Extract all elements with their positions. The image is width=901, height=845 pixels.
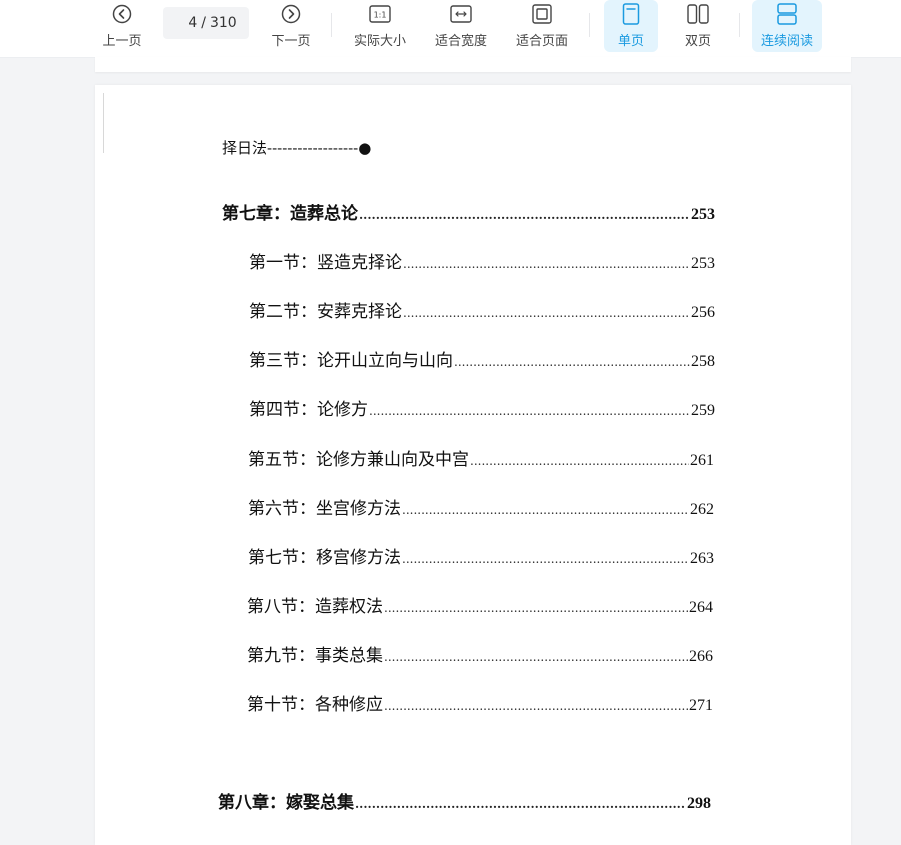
chapter-page-number: 298 (687, 795, 711, 812)
toc-section-entry[interactable]: 第六节：坐宫修方法 262 (248, 494, 714, 519)
continuous-read-label: 连续阅读 (760, 34, 813, 49)
continuous-icon (776, 3, 798, 25)
section-title: 第十节：各种修应 (247, 695, 383, 715)
fit-page-label: 适合页面 (515, 34, 568, 49)
next-page-label: 下一页 (271, 34, 311, 49)
leader-dots (403, 257, 690, 271)
actual-size-label: 实际大小 (353, 34, 406, 49)
toc-section-entry[interactable]: 第八节：造葬权法 264 (247, 592, 713, 617)
current-page-input[interactable] (175, 15, 198, 31)
single-page-button[interactable]: 单页 (604, 0, 658, 52)
section-title: 第六节：坐宫修方法 (248, 499, 401, 519)
single-page-icon (620, 3, 642, 25)
actual-size-icon-text: 1:1 (374, 11, 387, 20)
section-page-number: 256 (691, 304, 715, 321)
chevron-left-circle-icon (111, 3, 133, 25)
section-page-number: 261 (690, 452, 714, 469)
section-title: 第三节：论开山立向与山向 (249, 351, 453, 371)
toc-section-entry[interactable]: 第五节：论修方兼山向及中宫 261 (248, 445, 714, 470)
next-page-button[interactable]: 下一页 (265, 0, 317, 52)
page-separator: / (201, 15, 206, 31)
prev-page-label: 上一页 (102, 34, 142, 49)
continuous-read-button[interactable]: 连续阅读 (752, 0, 822, 52)
toc-chapter-entry[interactable]: 第八章：嫁娶总集 298 (218, 788, 711, 813)
leader-dots (403, 306, 690, 320)
fit-page-button[interactable]: 适合页面 (510, 0, 574, 52)
section-title: 第七节：移宫修方法 (248, 548, 401, 568)
toolbar-divider (739, 13, 740, 37)
double-page-label: 双页 (684, 34, 711, 49)
section-page-number: 253 (691, 255, 715, 272)
section-page-number: 271 (689, 697, 713, 714)
double-page-button[interactable]: 双页 (671, 0, 725, 52)
section-title: 第九节：事类总集 (247, 646, 383, 666)
actual-size-icon: 1:1 (369, 3, 391, 25)
fit-width-label: 适合宽度 (434, 34, 487, 49)
section-title: 第四节：论修方 (249, 400, 368, 420)
toc-section-entry[interactable]: 第九节：事类总集 266 (247, 641, 713, 666)
fit-width-icon (450, 3, 472, 25)
leader-dots (384, 601, 688, 615)
fit-width-button[interactable]: 适合宽度 (429, 0, 493, 52)
document-page: 择日法------------------● 第七章：造葬总论 253 第一节：… (95, 85, 851, 845)
toc-section-entry[interactable]: 第二节：安葬克择论 256 (249, 297, 715, 322)
toc-section-entry[interactable]: 第四节：论修方 259 (249, 395, 715, 420)
section-page-number: 262 (690, 501, 714, 518)
section-title: 第一节：竖造克择论 (249, 253, 402, 273)
toc-section-entry[interactable]: 第三节：论开山立向与山向 258 (249, 346, 715, 371)
section-page-number: 259 (691, 402, 715, 419)
leader-dots (384, 650, 688, 664)
leader-dots (402, 552, 689, 566)
top-fragment-text: 择日法------------------● (222, 139, 372, 157)
leader-dots (384, 699, 688, 713)
prev-page-button[interactable]: 上一页 (96, 0, 148, 52)
leader-dots (454, 355, 690, 369)
toolbar-divider (589, 13, 590, 37)
scan-edge-line (103, 93, 104, 153)
section-page-number: 264 (689, 599, 713, 616)
section-page-number: 266 (689, 648, 713, 665)
section-page-number: 263 (690, 550, 714, 567)
leader-dots (470, 454, 689, 468)
double-page-icon (687, 3, 709, 25)
toc-section-entry[interactable]: 第十节：各种修应 271 (247, 690, 713, 715)
chapter-title: 第八章：嫁娶总集 (218, 793, 354, 813)
actual-size-button[interactable]: 1:1 实际大小 (348, 0, 412, 52)
previous-page-bottom (95, 57, 851, 72)
total-pages: 310 (209, 15, 237, 31)
leader-dots (355, 797, 686, 811)
toc-chapter-entry[interactable]: 第七章：造葬总论 253 (222, 199, 715, 224)
fit-page-icon (531, 3, 553, 25)
toc-section-entry[interactable]: 第一节：竖造克择论 253 (249, 248, 715, 273)
section-title: 第二节：安葬克择论 (249, 302, 402, 322)
toc-section-entry[interactable]: 第七节：移宫修方法 263 (248, 543, 714, 568)
section-title: 第五节：论修方兼山向及中宫 (248, 450, 469, 470)
toolbar-divider (331, 13, 332, 37)
reader-toolbar: 上一页 / 310 下一页 1:1 实际大小 适合宽度 适合页面 (0, 0, 901, 58)
single-page-label: 单页 (617, 34, 644, 49)
chevron-right-circle-icon (280, 3, 302, 25)
leader-dots (369, 404, 690, 418)
section-page-number: 258 (691, 353, 715, 370)
chapter-title: 第七章：造葬总论 (222, 204, 358, 224)
section-title: 第八节：造葬权法 (247, 597, 383, 617)
chapter-page-number: 253 (691, 206, 715, 223)
leader-dots (402, 503, 689, 517)
leader-dots (359, 208, 690, 222)
page-indicator: / 310 (163, 7, 249, 39)
